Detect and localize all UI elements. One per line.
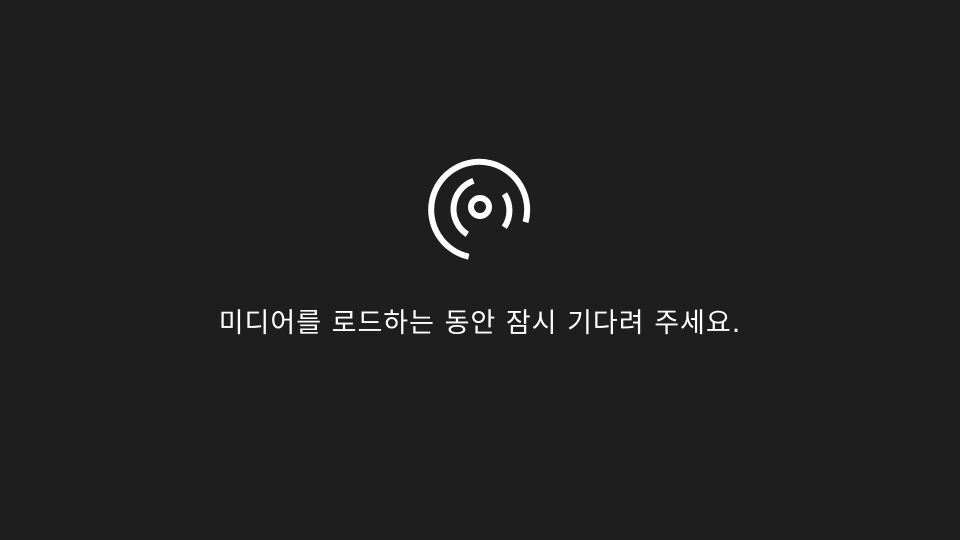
loader-outer-arc (428, 158, 531, 260)
media-loading-disc-icon (428, 158, 531, 260)
loader-middle-arc-right (501, 192, 513, 229)
loading-message: 미디어를 로드하는 동안 잠시 기다려 주세요. (218, 308, 742, 339)
loader-center-ring (468, 195, 492, 219)
media-loading-screen: 미디어를 로드하는 동안 잠시 기다려 주세요. (0, 0, 960, 540)
